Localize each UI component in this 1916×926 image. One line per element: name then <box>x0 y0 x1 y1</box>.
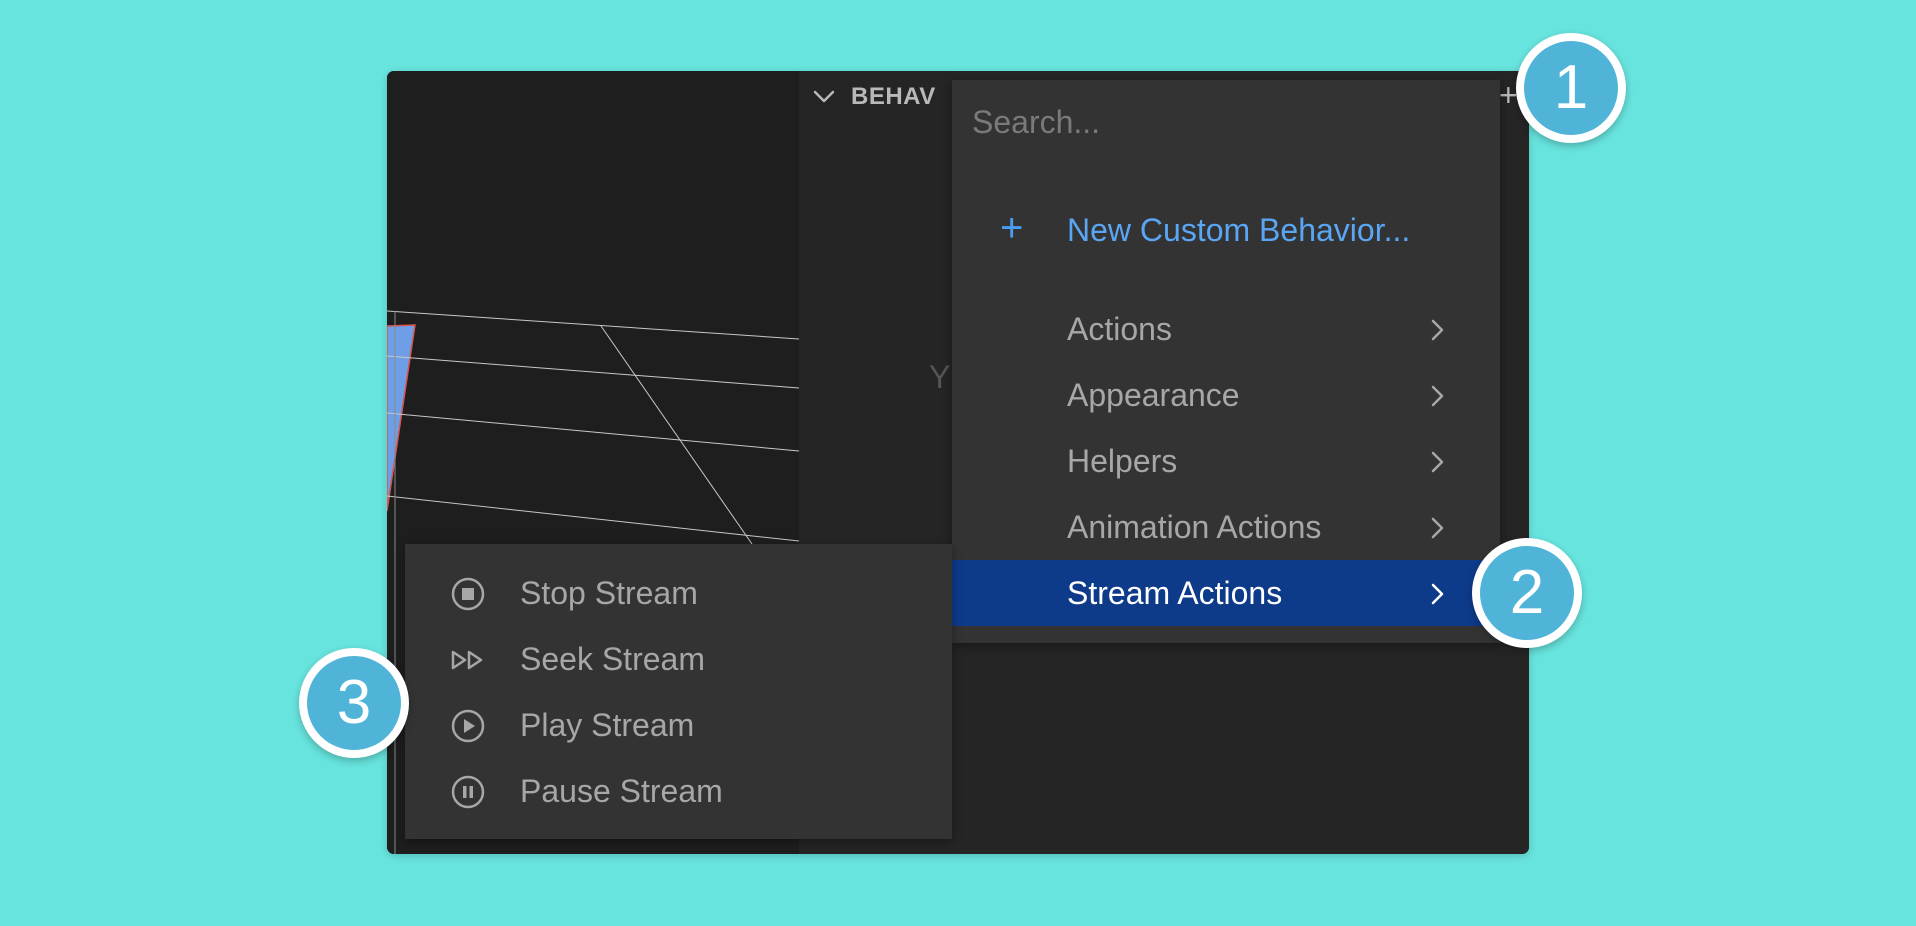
add-behavior-button[interactable]: + <box>1499 77 1518 114</box>
grid-line <box>387 412 799 452</box>
new-custom-behavior-item[interactable]: + New Custom Behavior... <box>952 202 1500 258</box>
stream-actions-submenu: Stop Stream Seek Stream Play Stream Paus… <box>405 544 952 839</box>
chevron-down-icon[interactable] <box>809 82 839 112</box>
plus-icon: + <box>1000 206 1024 250</box>
callout-2: 2 <box>1472 538 1582 648</box>
submenu-item-label: Play Stream <box>520 707 695 743</box>
play-circle-icon <box>451 709 485 743</box>
fast-forward-icon <box>451 650 483 670</box>
callout-number: 2 <box>1480 546 1574 640</box>
panel-title: BEHAV <box>851 83 936 110</box>
search-input[interactable] <box>972 100 1472 144</box>
submenu-item-label: Stop Stream <box>520 575 698 611</box>
submenu-item-label: Seek Stream <box>520 641 705 677</box>
menu-item-stream-actions[interactable]: Stream Actions <box>952 560 1500 626</box>
menu-item-label: Actions <box>1067 311 1172 347</box>
menu-item-helpers[interactable]: Helpers <box>952 428 1500 494</box>
empty-hint-text: Y <box>929 359 951 395</box>
menu-item-appearance[interactable]: Appearance <box>952 362 1500 428</box>
callout-number: 1 <box>1524 41 1618 135</box>
submenu-item-pause-stream[interactable]: Pause Stream <box>405 757 952 823</box>
callout-number: 3 <box>307 656 401 750</box>
stop-circle-icon <box>451 577 485 611</box>
menu-item-label: Animation Actions <box>1067 509 1322 545</box>
menu-item-label: Appearance <box>1067 377 1240 413</box>
pause-circle-icon <box>451 775 485 809</box>
menu-item-label: Helpers <box>1067 443 1178 479</box>
grid-line <box>387 310 799 340</box>
chevron-right-icon <box>1431 451 1444 473</box>
submenu-item-seek-stream[interactable]: Seek Stream <box>405 625 952 691</box>
menu-item-label: Stream Actions <box>1067 575 1283 611</box>
scene-object[interactable] <box>387 324 416 512</box>
grid-line <box>387 495 799 542</box>
callout-3: 3 <box>299 648 409 758</box>
chevron-right-icon <box>1431 385 1444 407</box>
add-behavior-menu: + New Custom Behavior... Actions Appeara… <box>952 80 1500 643</box>
submenu-item-stop-stream[interactable]: Stop Stream <box>405 559 952 625</box>
callout-1: 1 <box>1516 33 1626 143</box>
submenu-item-play-stream[interactable]: Play Stream <box>405 691 952 757</box>
chevron-right-icon <box>1431 583 1444 605</box>
chevron-right-icon <box>1431 319 1444 341</box>
submenu-item-label: Pause Stream <box>520 773 723 809</box>
menu-item-animation-actions[interactable]: Animation Actions <box>952 494 1500 560</box>
menu-item-actions[interactable]: Actions <box>952 296 1500 362</box>
grid-line <box>387 355 799 389</box>
chevron-right-icon <box>1431 517 1444 539</box>
new-custom-behavior-label: New Custom Behavior... <box>1067 212 1411 248</box>
